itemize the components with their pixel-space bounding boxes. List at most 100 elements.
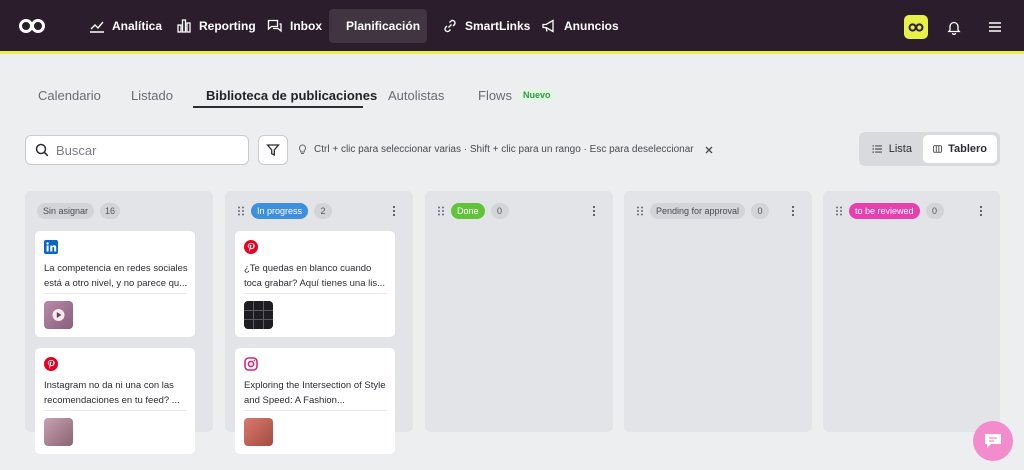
kebab-menu-icon[interactable]: [591, 205, 597, 217]
nav-item-label: Inbox: [290, 19, 322, 33]
status-pill: to be reviewed: [849, 203, 920, 219]
filter-button[interactable]: [258, 135, 288, 165]
view-list-button[interactable]: Lista: [862, 135, 922, 163]
column-header: In progress 2: [237, 203, 403, 219]
nav-item-label: Analítica: [112, 19, 163, 33]
view-board-button[interactable]: Tablero: [923, 135, 997, 163]
active-tab-indicator: [193, 106, 363, 108]
column-header: Sin asignar 16: [37, 203, 203, 219]
infinity-logo-icon[interactable]: [18, 18, 46, 34]
instagram-icon: [244, 357, 258, 371]
card-text: ¿Te quedas en blanco cuando toca grabar?…: [244, 263, 386, 289]
tab-listado[interactable]: Listado: [131, 88, 173, 108]
count-badge: 0: [925, 203, 944, 219]
search-box[interactable]: [25, 135, 249, 165]
video-thumbnail[interactable]: [44, 301, 73, 329]
main-menu-button[interactable]: [984, 16, 1006, 38]
card-divider: [244, 293, 387, 294]
card-divider: [44, 410, 187, 411]
tab-autolistas[interactable]: Autolistas: [388, 88, 444, 108]
link-icon: [444, 19, 456, 33]
search-input[interactable]: [56, 142, 236, 158]
close-icon[interactable]: [704, 145, 714, 155]
kebab-menu-icon[interactable]: [790, 205, 796, 217]
bar-chart-icon: [177, 19, 191, 33]
tab-flows[interactable]: Flows: [478, 88, 512, 108]
linkedin-icon: [44, 240, 58, 254]
status-pill: In progress: [251, 203, 309, 219]
drag-handle-icon[interactable]: [437, 206, 445, 216]
workspace-avatar[interactable]: [904, 15, 928, 39]
post-card[interactable]: Instagram no da ni una con las recomenda…: [35, 348, 195, 454]
status-pill: Done: [451, 203, 485, 219]
board-column-in-progress: In progress 2 ¿Te quedas en blanco cuand…: [225, 191, 413, 454]
status-pill: Sin asignar: [37, 203, 95, 219]
post-thumbnail[interactable]: [44, 418, 73, 446]
chart-line-icon: [90, 21, 104, 33]
post-thumbnail[interactable]: [244, 418, 273, 446]
selection-hint-text: Ctrl + clic para seleccionar varias · Sh…: [314, 144, 694, 155]
board-column-pending-for-approval: Pending for approval 0: [624, 191, 812, 432]
post-card[interactable]: ¿Te quedas en blanco cuando toca grabar?…: [235, 231, 395, 337]
board-column-sin-asignar: Sin asignar 16 La competencia en redes s…: [25, 191, 213, 454]
new-badge: Nuevo: [518, 88, 556, 102]
kebab-menu-icon[interactable]: [391, 205, 397, 217]
chat-bubble-icon: [985, 434, 1001, 448]
card-text: Exploring the Intersection of Style and …: [244, 380, 386, 406]
post-card[interactable]: Exploring the Intersection of Style and …: [235, 348, 395, 454]
bell-icon: [947, 21, 961, 35]
kebab-menu-icon[interactable]: [978, 205, 984, 217]
drag-handle-icon[interactable]: [237, 206, 245, 216]
nav-item-label: SmartLinks: [465, 19, 531, 33]
pinterest-icon: [44, 357, 58, 371]
selection-hint: Ctrl + clic para seleccionar varias · Sh…: [297, 144, 714, 155]
board-column-done: Done 0: [425, 191, 613, 432]
hamburger-menu-icon: [989, 22, 1001, 32]
notifications-button[interactable]: [943, 16, 965, 38]
view-list-label: Lista: [888, 143, 912, 155]
nav-item-label: Anuncios: [564, 19, 619, 33]
count-badge: 0: [490, 203, 509, 219]
card-text: Instagram no da ni una con las recomenda…: [44, 380, 180, 406]
view-board-label: Tablero: [948, 143, 987, 155]
view-toggle: Lista Tablero: [859, 132, 1000, 166]
card-divider: [44, 293, 187, 294]
tab-biblioteca[interactable]: Biblioteca de publicaciones: [206, 88, 377, 108]
column-header: Pending for approval 0: [636, 203, 802, 219]
post-card[interactable]: La competencia en redes sociales está a …: [35, 231, 195, 337]
count-badge: 2: [314, 203, 333, 219]
card-divider: [244, 410, 387, 411]
chat-bubbles-icon: [267, 19, 282, 33]
play-icon: [52, 309, 65, 321]
count-badge: 16: [100, 203, 121, 219]
board-column-to-be-reviewed: to be reviewed 0: [823, 191, 1000, 432]
post-thumbnail[interactable]: [244, 301, 273, 329]
nav-item-smartlinks[interactable]: SmartLinks: [432, 9, 540, 43]
filter-funnel-icon: [266, 144, 280, 157]
column-header: Done 0: [437, 203, 603, 219]
megaphone-icon: [542, 19, 554, 33]
nav-item-inbox[interactable]: Inbox: [257, 9, 332, 43]
drag-handle-icon[interactable]: [835, 206, 843, 216]
count-badge: 0: [751, 203, 770, 219]
card-text: La competencia en redes sociales está a …: [44, 263, 188, 289]
status-pill: Pending for approval: [650, 203, 746, 219]
nav-item-label: Planificación: [346, 19, 421, 33]
search-icon: [35, 143, 49, 157]
nav-item-analitica[interactable]: Analítica: [79, 9, 172, 43]
nav-item-planificacion[interactable]: Planificación: [329, 9, 427, 43]
drag-handle-icon[interactable]: [636, 206, 644, 216]
top-navigation-bar: Analítica Reporting Inbox Planificación …: [0, 0, 1024, 54]
board-columns-icon: [933, 145, 942, 153]
infinity-logo-icon: [908, 22, 924, 32]
nav-item-label: Reporting: [199, 19, 256, 33]
nav-item-anuncios[interactable]: Anuncios: [531, 9, 629, 43]
pinterest-icon: [244, 240, 258, 254]
list-icon: [872, 145, 882, 153]
nav-item-reporting[interactable]: Reporting: [166, 9, 266, 43]
column-header: to be reviewed 0: [835, 203, 990, 219]
tab-calendario[interactable]: Calendario: [38, 88, 101, 108]
grid-image-icon: [244, 301, 273, 329]
lightbulb-icon: [299, 144, 306, 154]
support-chat-button[interactable]: [973, 421, 1013, 461]
